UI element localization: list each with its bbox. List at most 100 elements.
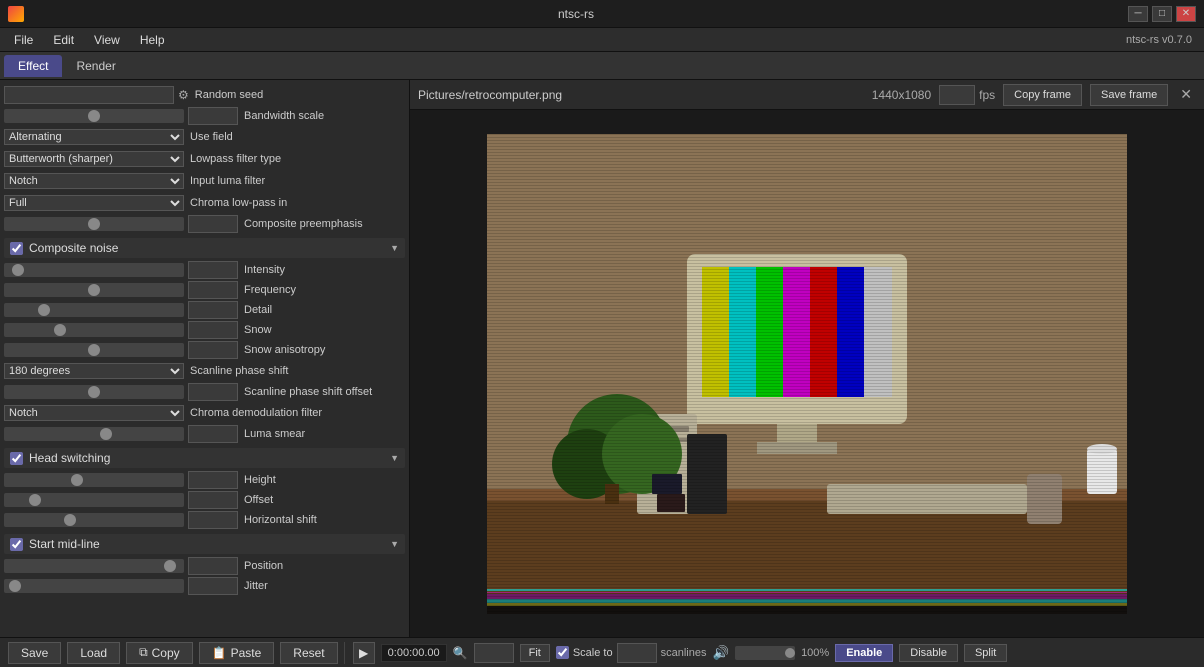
scanline-phase-shift-label: Scanline phase shift bbox=[188, 365, 405, 377]
version-label: ntsc-rs v0.7.0 bbox=[1126, 34, 1200, 46]
detail-slider[interactable] bbox=[4, 303, 184, 317]
jitter-slider[interactable] bbox=[4, 579, 184, 593]
position-input[interactable]: 95.0% bbox=[188, 557, 238, 575]
frequency-label: Frequency bbox=[242, 284, 405, 296]
horizontal-shift-label: Horizontal shift bbox=[242, 514, 405, 526]
scanline-phase-offset-slider[interactable] bbox=[4, 385, 184, 399]
right-panel: Pictures/retrocomputer.png 1440x1080 30 … bbox=[410, 80, 1204, 637]
disable-button[interactable]: Disable bbox=[899, 644, 958, 662]
volume-slider[interactable] bbox=[735, 646, 795, 660]
image-area bbox=[410, 110, 1204, 637]
snow-anisotropy-input[interactable]: 50.0% bbox=[188, 341, 238, 359]
gear-icon[interactable] bbox=[178, 88, 189, 102]
scanline-phase-offset-input[interactable]: 0 bbox=[188, 383, 238, 401]
save-frame-button[interactable]: Save frame bbox=[1090, 84, 1168, 106]
snow-anisotropy-slider[interactable] bbox=[4, 343, 184, 357]
time-display: 0:00:00.00 bbox=[381, 644, 447, 662]
frequency-input[interactable]: 0.500 bbox=[188, 281, 238, 299]
menubar: File Edit View Help ntsc-rs v0.7.0 bbox=[0, 28, 1204, 52]
start-midline-header[interactable]: Start mid-line bbox=[4, 534, 405, 554]
head-switching-checkbox[interactable] bbox=[10, 452, 23, 465]
composite-preemphasis-label: Composite preemphasis bbox=[242, 218, 405, 230]
height-slider[interactable] bbox=[4, 473, 184, 487]
lowpass-filter-select[interactable]: Butterworth (sharper) bbox=[4, 151, 184, 167]
bandwidth-scale-label: Bandwidth scale bbox=[242, 110, 405, 122]
reset-button[interactable]: Reset bbox=[280, 642, 337, 664]
snow-row: 0.0030 Snow bbox=[4, 320, 405, 340]
composite-noise-header[interactable]: Composite noise bbox=[4, 238, 405, 258]
maximize-button[interactable]: □ bbox=[1152, 6, 1172, 22]
close-preview-button[interactable]: ✕ bbox=[1176, 86, 1196, 103]
offset-slider[interactable] bbox=[4, 493, 184, 507]
scanline-phase-shift-select[interactable]: 180 degrees bbox=[4, 363, 184, 379]
start-midline-checkbox[interactable] bbox=[10, 538, 23, 551]
composite-preemphasis-slider[interactable] bbox=[4, 217, 184, 231]
jitter-row: 3.0% Jitter bbox=[4, 576, 405, 596]
use-field-row: Alternating Use field bbox=[4, 126, 405, 148]
menu-help[interactable]: Help bbox=[130, 31, 175, 49]
luma-smear-slider[interactable] bbox=[4, 427, 184, 441]
intensity-input[interactable]: 5.0% bbox=[188, 261, 238, 279]
copy-button[interactable]: ⧉ Copy bbox=[126, 642, 193, 664]
main-content: 0 Random seed 1.00 Bandwidth scale Alter… bbox=[0, 80, 1204, 637]
composite-noise-arrow bbox=[390, 243, 399, 254]
split-button[interactable]: Split bbox=[964, 644, 1007, 662]
save-button[interactable]: Save bbox=[8, 642, 61, 664]
menu-view[interactable]: View bbox=[84, 31, 130, 49]
play-button[interactable]: ▶ bbox=[353, 642, 375, 664]
composite-preemphasis-input[interactable]: 1.00 bbox=[188, 215, 238, 233]
scale-to-checkbox[interactable] bbox=[556, 646, 569, 659]
frequency-slider[interactable] bbox=[4, 283, 184, 297]
composite-noise-title: Composite noise bbox=[29, 241, 390, 255]
use-field-select[interactable]: Alternating bbox=[4, 129, 184, 145]
scanlines-input[interactable]: 480 bbox=[617, 643, 657, 663]
offset-input[interactable]: 3 bbox=[188, 491, 238, 509]
random-seed-input[interactable]: 0 bbox=[4, 86, 174, 104]
volume-icon-button[interactable]: 🔊 bbox=[712, 645, 729, 661]
composite-noise-checkbox[interactable] bbox=[10, 242, 23, 255]
input-luma-select[interactable]: Notch bbox=[4, 173, 184, 189]
zoom-icon: 🔍 bbox=[453, 646, 468, 660]
position-slider[interactable] bbox=[4, 559, 184, 573]
height-input[interactable]: 8 bbox=[188, 471, 238, 489]
close-button[interactable]: ✕ bbox=[1176, 6, 1196, 22]
scanlines-label: scanlines bbox=[661, 647, 707, 659]
jitter-input[interactable]: 3.0% bbox=[188, 577, 238, 595]
snow-input[interactable]: 0.0030 bbox=[188, 321, 238, 339]
bandwidth-scale-row: 1.00 Bandwidth scale bbox=[4, 106, 405, 126]
snow-slider[interactable] bbox=[4, 323, 184, 337]
height-row: 8 Height bbox=[4, 470, 405, 490]
chroma-lowpass-select[interactable]: Full bbox=[4, 195, 184, 211]
horizontal-shift-input[interactable]: 72 bbox=[188, 511, 238, 529]
intensity-slider[interactable] bbox=[4, 263, 184, 277]
horizontal-shift-slider[interactable] bbox=[4, 513, 184, 527]
load-button[interactable]: Load bbox=[67, 642, 120, 664]
chroma-demod-row: Notch Chroma demodulation filter bbox=[4, 402, 405, 424]
bandwidth-scale-input[interactable]: 1.00 bbox=[188, 107, 238, 125]
random-seed-row: 0 Random seed bbox=[4, 84, 405, 106]
chroma-demod-select[interactable]: Notch bbox=[4, 405, 184, 421]
bottom-bar: Save Load ⧉ Copy 📋 Paste Reset ▶ 0:00:00… bbox=[0, 637, 1204, 667]
image-resolution: 1440x1080 bbox=[872, 88, 931, 102]
tab-effect[interactable]: Effect bbox=[4, 55, 62, 77]
detail-input[interactable]: 1 bbox=[188, 301, 238, 319]
enable-button[interactable]: Enable bbox=[835, 644, 893, 662]
menu-edit[interactable]: Edit bbox=[43, 31, 84, 49]
head-switching-header[interactable]: Head switching bbox=[4, 448, 405, 468]
copy-frame-button[interactable]: Copy frame bbox=[1003, 84, 1082, 106]
height-label: Height bbox=[242, 474, 405, 486]
volume-pct: 100% bbox=[801, 647, 829, 659]
titlebar-title: ntsc-rs bbox=[24, 7, 1128, 21]
minimize-button[interactable]: ─ bbox=[1128, 6, 1148, 22]
menu-file[interactable]: File bbox=[4, 31, 43, 49]
tabbar: Effect Render bbox=[0, 52, 1204, 80]
paste-button[interactable]: 📋 Paste bbox=[199, 642, 275, 664]
fit-button[interactable]: Fit bbox=[520, 644, 550, 662]
tab-render[interactable]: Render bbox=[62, 55, 129, 77]
zoom-input[interactable]: 100% bbox=[474, 643, 514, 663]
bandwidth-scale-slider[interactable] bbox=[4, 109, 184, 123]
fps-input[interactable]: 30 bbox=[939, 85, 975, 105]
scale-to-label: Scale to bbox=[573, 647, 613, 659]
luma-smear-input[interactable]: 0.570 bbox=[188, 425, 238, 443]
copy-label: Copy bbox=[152, 646, 180, 660]
